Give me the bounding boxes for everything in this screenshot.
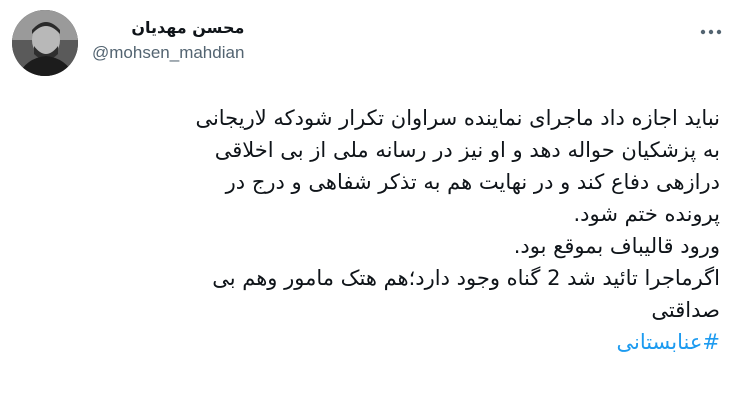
tweet-text: نباید اجازه داد ماجرای نماینده سراوان تک… xyxy=(18,102,720,358)
tweet-card: محسن مهدیان @mohsen_mahdian نباید اجازه … xyxy=(0,0,740,417)
more-horizontal-icon[interactable] xyxy=(698,24,724,40)
avatar[interactable] xyxy=(12,10,78,76)
avatar-image xyxy=(12,10,78,76)
author-display-name[interactable]: محسن مهدیان xyxy=(92,18,244,38)
author-block: محسن مهدیان @mohsen_mahdian xyxy=(92,18,244,64)
tweet-line: درازهی دفاع کند و در نهایت هم به تذکر شف… xyxy=(225,170,720,194)
tweet-header: محسن مهدیان @mohsen_mahdian xyxy=(12,10,728,78)
tweet-line: پرونده ختم شود. xyxy=(573,202,720,226)
tweet-line: نباید اجازه داد ماجرای نماینده سراوان تک… xyxy=(195,106,720,130)
hashtag-link[interactable]: #عنابستانی xyxy=(616,330,720,354)
tweet-line: اگرماجرا تائید شد 2 گناه وجود دارد؛هم هت… xyxy=(212,266,720,290)
author-handle[interactable]: @mohsen_mahdian xyxy=(92,42,244,64)
tweet-line: به پزشکیان حواله دهد و او نیز در رسانه م… xyxy=(214,138,720,162)
tweet-line: ورود قالیباف بموقع بود. xyxy=(513,234,720,258)
tweet-hashtag-line: #عنابستانی xyxy=(18,326,720,358)
tweet-line: صداقتی xyxy=(651,298,720,322)
